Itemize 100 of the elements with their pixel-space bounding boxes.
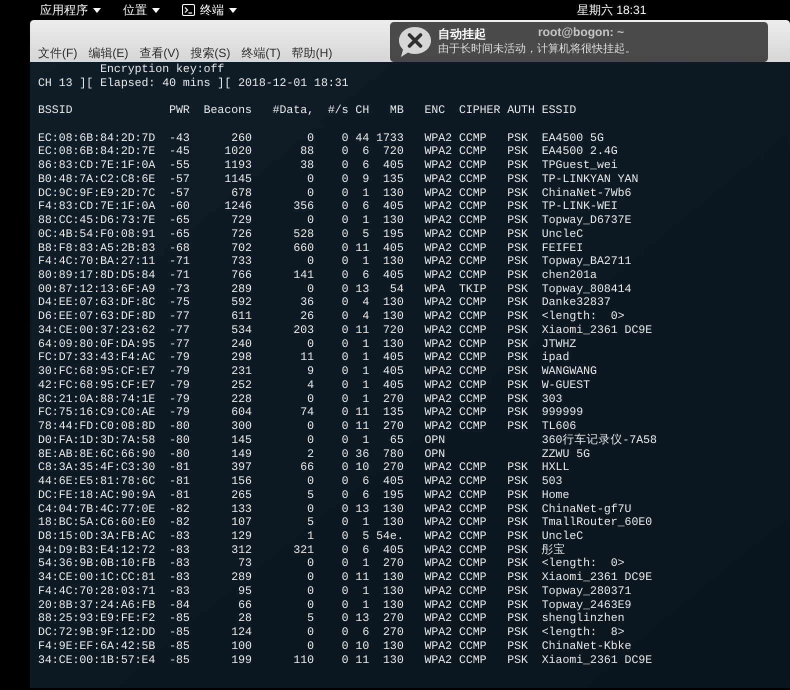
table-cell: CCMP — [458, 475, 487, 488]
table-cell: CCMP — [458, 406, 487, 420]
table-cell: 2 — [307, 448, 314, 461]
table-cell: ChinaNet-gf7U — [542, 502, 632, 516]
table-cell: 145 — [231, 434, 252, 447]
terminal-icon — [182, 4, 195, 16]
table-cell: WPA2 — [424, 310, 452, 324]
table-cell: 130 — [383, 255, 404, 268]
table-cell: 130 — [383, 502, 404, 516]
table-cell: 11 — [355, 654, 370, 667]
table-cell: 0 — [342, 296, 349, 310]
table-cell: D4:EE:07:63:DF:8C — [38, 296, 156, 310]
table-cell: EC:08:6B:84:2D:7E — [38, 145, 156, 158]
table-cell: -79 — [169, 378, 190, 392]
table-cell: 0 — [342, 365, 349, 378]
menu-button[interactable]: 终端 — [182, 1, 237, 19]
table-cell: WPA2 — [424, 228, 452, 241]
table-cell: 1 — [362, 255, 370, 268]
table-cell: 74 — [300, 406, 314, 420]
notification-message: 由于长时间未活动，计算机将很快挂起。 — [438, 42, 636, 57]
table-cell: 133 — [231, 502, 252, 516]
table-cell: 405 — [383, 378, 404, 392]
table-cell: 64:09:80:0F:DA:95 — [38, 338, 156, 351]
table-cell: 80:89:17:8D:D5:84 — [38, 269, 156, 282]
table-cell: WPA2 — [424, 255, 452, 268]
table-cell: F4:4C:70:28:03:71 — [38, 584, 156, 598]
clock[interactable]: 星期六 18:31 — [577, 1, 646, 19]
table-cell: 124 — [231, 626, 252, 640]
table-cell: 0 — [342, 612, 349, 626]
table-cell: 65 — [390, 434, 404, 447]
menu-item[interactable]: 终端(T) — [241, 44, 281, 62]
table-cell: PSK — [507, 200, 528, 214]
table-cell: -85 — [169, 640, 190, 653]
table-cell: 0 — [307, 640, 314, 653]
table-cell: 678 — [231, 186, 252, 200]
column-header: CH — [355, 104, 370, 118]
table-cell: 1 — [362, 186, 370, 200]
menu-item[interactable]: 查看(V) — [139, 44, 180, 62]
table-cell: CCMP — [458, 420, 487, 434]
table-cell: 0 — [342, 557, 349, 570]
table-cell: PSK — [507, 557, 528, 570]
table-cell: PSK — [507, 654, 528, 667]
table-cell: PSK — [507, 255, 528, 268]
table-cell: Topway_D6737E — [542, 214, 632, 228]
table-cell: CCMP — [458, 557, 487, 570]
table-cell: WPA2 — [424, 172, 452, 186]
menu-item[interactable]: 文件(F) — [38, 44, 78, 62]
table-cell: 9 — [362, 172, 370, 186]
table-cell: CCMP — [458, 461, 487, 474]
table-cell: PSK — [507, 186, 528, 200]
table-cell: PSK — [507, 612, 528, 626]
table-cell: 405 — [383, 159, 404, 172]
menu-button[interactable]: 应用程序 — [40, 1, 101, 19]
table-cell: 0 — [307, 557, 314, 570]
table-cell: 130 — [383, 186, 404, 200]
table-cell: 405 — [383, 269, 404, 282]
table-cell: 6 — [362, 488, 370, 502]
table-cell: 0 — [342, 475, 349, 488]
table-cell: PSK — [507, 626, 528, 640]
table-cell: 11 — [355, 420, 370, 434]
table-cell: 28 — [238, 612, 252, 626]
table-cell: WPA2 — [424, 324, 452, 337]
table-cell: 199 — [231, 654, 252, 667]
table-cell: 405 — [383, 200, 404, 214]
table-cell: 1 — [362, 351, 370, 364]
table-cell: 0 — [342, 310, 349, 324]
table-cell: WPA2 — [424, 132, 452, 145]
table-cell: WPA2 — [424, 214, 452, 228]
table-cell: CCMP — [458, 310, 487, 324]
table-cell: -77 — [169, 310, 190, 324]
table-cell: 130 — [383, 584, 404, 598]
table-cell: PSK — [507, 598, 528, 612]
column-header: PWR — [169, 104, 190, 118]
table-cell: CCMP — [458, 296, 487, 310]
table-cell: WPA2 — [424, 557, 452, 570]
menu-item[interactable]: 编辑(E) — [88, 44, 128, 62]
table-cell: PSK — [507, 132, 528, 145]
table-cell: ChinaNet-7Wb6 — [542, 186, 632, 200]
table-cell: 42:FC:68:95:CF:E7 — [38, 378, 156, 392]
table-cell: 5 — [307, 612, 314, 626]
menu-button[interactable]: 位置 — [123, 1, 160, 19]
table-cell: 6 — [362, 159, 370, 172]
table-cell: PSK — [507, 269, 528, 282]
table-cell: 5 — [362, 228, 370, 241]
table-cell: W-GUEST — [542, 378, 590, 392]
table-cell: CCMP — [458, 172, 487, 186]
table-cell: WPA2 — [424, 200, 452, 214]
menu-item[interactable]: 帮助(H) — [292, 44, 332, 62]
table-cell: 110 — [293, 654, 314, 667]
table-cell: 999999 — [542, 406, 584, 420]
table-cell: 34:CE:00:37:23:62 — [38, 324, 156, 337]
table-cell: CCMP — [458, 159, 487, 172]
table-cell: WPA2 — [424, 338, 452, 351]
table-cell: 6 — [362, 145, 370, 158]
table-cell: 130 — [383, 654, 404, 667]
table-cell: <length: 0> — [542, 310, 625, 324]
table-cell: 130 — [383, 598, 404, 612]
table-cell: PSK — [507, 310, 528, 324]
table-cell: 729 — [231, 214, 252, 228]
menu-item[interactable]: 搜索(S) — [190, 44, 230, 62]
